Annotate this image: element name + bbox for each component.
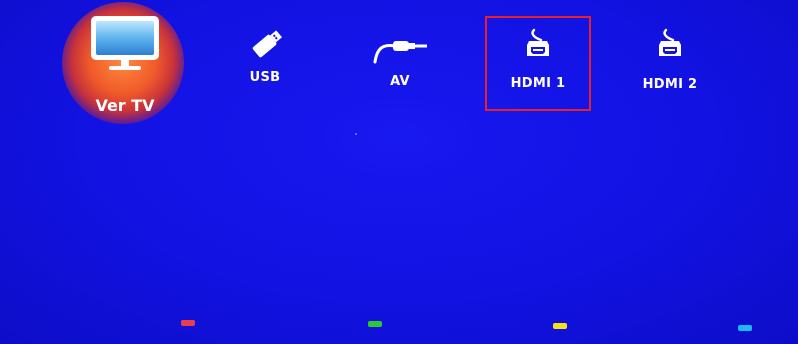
red-key-indicator[interactable] bbox=[181, 320, 195, 326]
source-usb[interactable]: USB bbox=[225, 0, 305, 120]
green-key-indicator[interactable] bbox=[368, 321, 382, 327]
tv-icon bbox=[89, 14, 161, 78]
source-label: USB bbox=[249, 70, 281, 85]
source-label: AV bbox=[390, 74, 410, 89]
hdmi-icon bbox=[521, 28, 555, 66]
color-key-bar bbox=[0, 318, 798, 332]
source-label: Ver TV bbox=[95, 96, 155, 115]
source-av[interactable]: AV bbox=[360, 0, 440, 120]
usb-icon bbox=[245, 26, 285, 68]
yellow-key-indicator[interactable] bbox=[553, 323, 567, 329]
av-cable-icon bbox=[371, 36, 429, 70]
source-hdmi-1[interactable]: HDMI 1 bbox=[485, 0, 591, 120]
source-label: HDMI 1 bbox=[510, 76, 566, 91]
source-hdmi-2[interactable]: HDMI 2 bbox=[630, 0, 710, 120]
hdmi-icon bbox=[653, 28, 687, 66]
source-label: HDMI 2 bbox=[642, 77, 698, 92]
blue-key-indicator[interactable] bbox=[738, 325, 752, 331]
source-ver-tv[interactable]: Ver TV bbox=[60, 0, 190, 124]
pixel-dot bbox=[355, 133, 357, 135]
source-menu: Ver TV USB AV HDMI 1 HDMI 2 bbox=[0, 0, 798, 130]
